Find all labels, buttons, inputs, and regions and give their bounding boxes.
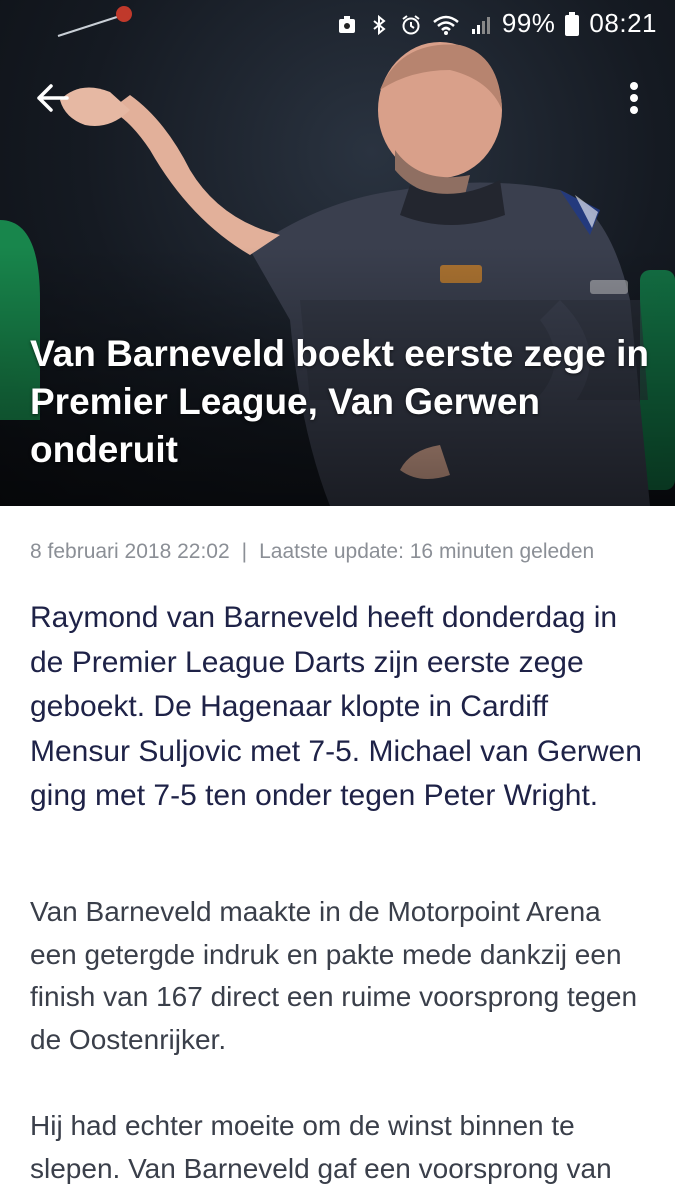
hero-image: 99% 08:21 Van Barneveld boekt eerste zeg… xyxy=(0,0,675,506)
screenshot-icon xyxy=(336,12,358,34)
status-icons: 99% 08:21 xyxy=(336,8,657,38)
signal-icon xyxy=(470,12,492,34)
more-vert-icon xyxy=(630,82,638,114)
article-paragraph: Van Barneveld maakte in de Motorpoint Ar… xyxy=(30,896,638,1055)
alarm-icon xyxy=(400,12,422,35)
article-updated: Laatste update: 16 minuten geleden xyxy=(259,540,595,563)
article-paragraph: Hij had echter moeite om de winst binnen… xyxy=(30,1110,612,1184)
bluetooth-icon xyxy=(368,12,390,36)
back-button[interactable] xyxy=(30,76,74,120)
battery-icon xyxy=(565,12,580,36)
overflow-menu-button[interactable] xyxy=(619,76,649,120)
article-lead: Raymond van Barneveld heeft donderdag in… xyxy=(30,601,642,812)
arrow-left-icon xyxy=(37,84,69,112)
article-headline: Van Barneveld boekt eerste zege in Premi… xyxy=(30,333,649,470)
meta-separator: | xyxy=(241,540,248,563)
article-meta: 8 februari 2018 22:02 | Laatste update: 16… xyxy=(30,538,650,566)
article-date: 8 februari 2018 22:02 xyxy=(30,540,230,563)
wifi-icon xyxy=(432,12,460,35)
clock: 08:21 xyxy=(589,7,657,38)
status-bar: 99% 08:21 xyxy=(0,0,675,46)
battery-percent: 99% xyxy=(501,7,556,38)
